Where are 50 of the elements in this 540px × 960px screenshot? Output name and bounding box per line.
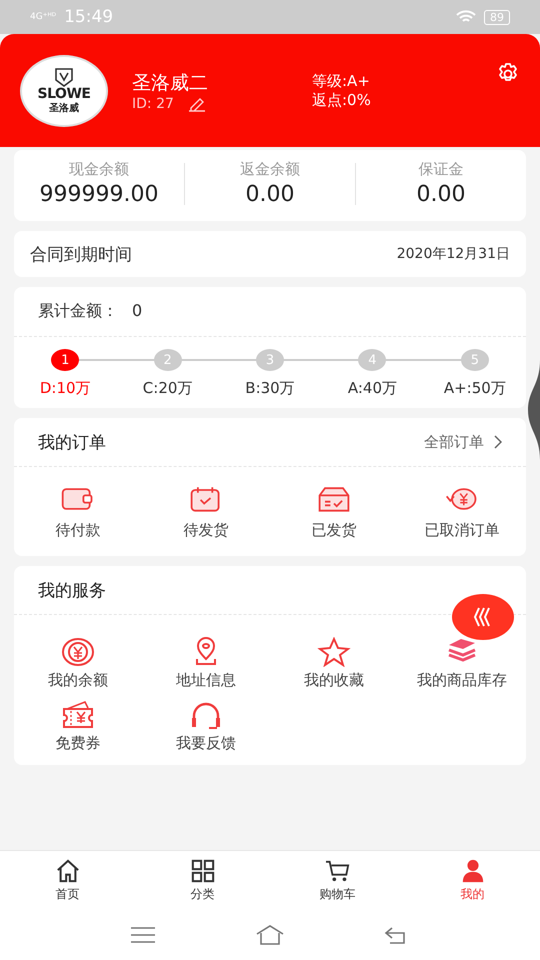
order-status-item[interactable]: 已取消订单	[398, 485, 526, 540]
order-status-item[interactable]: 待发货	[142, 485, 270, 540]
member-level: 等级:A+	[312, 72, 371, 90]
all-orders-link[interactable]: 全部订单	[424, 432, 502, 452]
balance-value: 999999.00	[40, 182, 158, 207]
balance-label: 返金余额	[240, 160, 300, 179]
step-label: A:40万	[348, 379, 397, 398]
section-title: 我的服务	[38, 580, 106, 602]
grid-icon	[190, 859, 216, 883]
step-label: D:10万	[40, 379, 91, 398]
service-item[interactable]: 地址信息	[142, 637, 270, 690]
step-label: B:30万	[245, 379, 295, 398]
service-item[interactable]: 我的收藏	[270, 637, 398, 690]
headset-icon	[189, 700, 223, 730]
rebate-rate: 返点:0%	[312, 90, 371, 110]
wifi-icon	[456, 10, 476, 24]
order-status-item[interactable]: 待付款	[14, 485, 142, 540]
nav-tab[interactable]: 购物车	[270, 851, 405, 911]
balance-value: 0.00	[416, 182, 466, 207]
contract-label: 合同到期时间	[30, 244, 132, 266]
order-status-item[interactable]: 已发货	[270, 485, 398, 540]
yuan-coin-icon	[61, 637, 95, 667]
user-id: ID: 27	[132, 96, 174, 112]
brand-logo: SLOWE 圣洛威	[20, 54, 108, 126]
contract-date: 2020年12月31日	[396, 245, 510, 263]
cumulative-value: 0	[132, 301, 142, 322]
balance-value: 0.00	[246, 182, 294, 207]
nav-tab[interactable]: 我的	[405, 851, 540, 911]
cumulative-label: 累计金额：	[38, 301, 118, 322]
balance-label: 保证金	[418, 160, 464, 179]
ticket-icon	[61, 700, 95, 730]
section-title: 我的订单	[38, 432, 106, 454]
nav-tab[interactable]: 分类	[135, 851, 270, 911]
step-label: A+:50万	[444, 379, 506, 398]
cart-icon	[324, 859, 350, 883]
step-label: C:20万	[142, 379, 192, 398]
nav-tab[interactable]: 首页	[0, 851, 135, 911]
step-dot: 1	[51, 349, 80, 371]
service-item[interactable]: 我的余额	[14, 637, 142, 690]
chevron-right-icon	[494, 435, 502, 449]
service-item[interactable]: 我的商品库存	[398, 637, 526, 690]
home-icon[interactable]	[254, 924, 285, 946]
user-name: 圣洛威二	[132, 70, 209, 96]
balance-label: 现金余额	[69, 160, 129, 179]
home-icon	[54, 859, 80, 883]
box-icon	[316, 485, 352, 513]
service-item[interactable]: 我要反馈	[142, 700, 270, 753]
edit-icon[interactable]	[188, 96, 206, 112]
star-icon	[317, 637, 351, 667]
service-item[interactable]: 免费券	[14, 700, 142, 753]
